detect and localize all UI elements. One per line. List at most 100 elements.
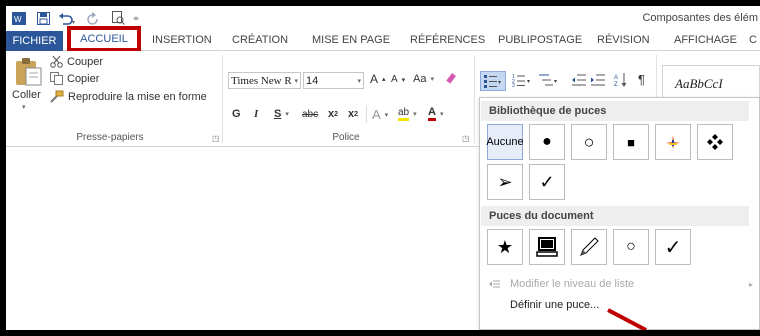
copy-icon xyxy=(50,72,63,85)
underline-button[interactable]: S ▾ xyxy=(274,108,289,120)
doc-bullet-computer[interactable] xyxy=(529,229,565,265)
svg-text:▾: ▾ xyxy=(554,79,557,85)
tab-conception[interactable]: C xyxy=(749,34,757,46)
format-painter-icon xyxy=(50,90,64,103)
tab-mise-en-page[interactable]: MISE EN PAGE xyxy=(312,34,390,46)
chevron-down-icon: ▾ xyxy=(357,77,361,85)
clear-formatting-button[interactable] xyxy=(444,71,458,85)
undo-icon[interactable]: ▾ xyxy=(57,10,77,26)
grow-font-button[interactable]: A ▴ xyxy=(370,72,386,86)
svg-text:▾: ▾ xyxy=(498,80,501,86)
decrease-indent-button[interactable] xyxy=(571,73,587,87)
tab-affichage[interactable]: AFFICHAGE xyxy=(674,34,737,46)
redo-icon[interactable] xyxy=(86,10,100,26)
bullet-hollow-circle[interactable]: ○ xyxy=(571,124,607,160)
underline-label: S xyxy=(274,108,282,120)
font-launcher-icon[interactable]: ◳ xyxy=(462,134,470,143)
tab-references[interactable]: RÉFÉRENCES xyxy=(410,34,485,46)
chevron-right-icon: ▸ xyxy=(748,279,753,289)
sort-button[interactable]: AZ xyxy=(614,72,628,88)
italic-button[interactable]: I xyxy=(254,108,258,120)
tab-revision[interactable]: RÉVISION xyxy=(597,34,650,46)
document-bullets-header: Puces du document xyxy=(481,206,749,226)
svg-text:▾: ▾ xyxy=(527,79,530,85)
cut-button[interactable]: Couper xyxy=(50,55,103,68)
numbered-list-icon: 123 ▾ xyxy=(512,74,530,87)
superscript-digit: 2 xyxy=(354,110,359,118)
button-divider xyxy=(366,105,367,123)
bullet-arrow[interactable]: ➢ xyxy=(487,164,523,200)
bullet-checkmark[interactable]: ✓ xyxy=(529,164,565,200)
clipboard-launcher-icon[interactable]: ◳ xyxy=(212,134,220,143)
word-icon[interactable]: W xyxy=(11,10,26,26)
bullet-none[interactable]: Aucune xyxy=(486,124,524,160)
save-icon[interactable] xyxy=(36,10,50,26)
highlight-button[interactable]: ab ▾ xyxy=(398,107,417,121)
svg-text:Z: Z xyxy=(614,82,618,88)
svg-text:W: W xyxy=(14,15,22,24)
font-color-label: A xyxy=(428,107,436,121)
highlight-label: ab xyxy=(398,107,410,121)
bullet-library-menu: Bibliothèque de puces Aucune ● ○ ■ ➢ ✓ P… xyxy=(479,97,760,330)
copy-button[interactable]: Copier xyxy=(50,72,99,85)
colored-star-icon xyxy=(666,135,680,149)
copy-label: Copier xyxy=(67,72,100,85)
document-title: Composantes des élém xyxy=(642,12,758,24)
doc-bullet-checkmark[interactable]: ✓ xyxy=(655,229,691,265)
bullet-four-diamonds[interactable] xyxy=(697,124,733,160)
change-list-level-item[interactable]: Modifier le niveau de liste ▸ xyxy=(488,278,753,290)
increase-indent-button[interactable] xyxy=(590,73,606,87)
clipboard-icon xyxy=(16,58,42,86)
print-preview-icon[interactable] xyxy=(111,10,125,26)
multilevel-list-button[interactable]: ▾ xyxy=(538,73,560,87)
tab-fichier[interactable]: FICHIER xyxy=(6,31,63,51)
sort-icon: AZ xyxy=(614,73,627,88)
bold-button[interactable]: G xyxy=(232,108,241,120)
group-divider xyxy=(222,55,223,143)
tab-creation[interactable]: CRÉATION xyxy=(232,34,288,46)
chevron-down-icon: ▾ xyxy=(294,76,298,85)
doc-bullet-pencil[interactable] xyxy=(571,229,607,265)
tab-insertion[interactable]: INSERTION xyxy=(152,34,212,46)
shrink-font-button[interactable]: A ▾ xyxy=(391,74,405,85)
word-window: W ▾ ⩧ Composantes des élém FICHIER ACCUE… xyxy=(6,6,760,330)
bullet-filled-circle[interactable]: ● xyxy=(529,124,565,160)
change-list-level-label: Modifier le niveau de liste xyxy=(510,278,635,290)
show-marks-button[interactable]: ¶ xyxy=(638,72,645,87)
bullet-colored-star[interactable] xyxy=(655,124,691,160)
format-painter-label: Reproduire la mise en forme xyxy=(68,90,207,103)
tab-publipostage[interactable]: PUBLIPOSTAGE xyxy=(498,34,582,46)
svg-text:▾: ▾ xyxy=(72,20,75,25)
bullet-square[interactable]: ■ xyxy=(613,124,649,160)
doc-bullet-hollow-circle[interactable]: ○ xyxy=(613,229,649,265)
font-size-value: 14 xyxy=(306,74,319,87)
bullets-button[interactable]: ▾ xyxy=(480,71,506,91)
font-color-button[interactable]: A ▾ xyxy=(428,107,443,121)
define-bullet-item[interactable]: Définir une puce... xyxy=(510,299,599,311)
strikethrough-button[interactable]: abc xyxy=(302,109,318,120)
style-gallery[interactable]: AaBbCcI xyxy=(662,65,760,99)
format-painter-button[interactable]: Reproduire la mise en forme xyxy=(50,90,207,103)
numbering-button[interactable]: 123 ▾ xyxy=(512,73,532,87)
font-group-label: Police xyxy=(332,132,360,143)
text-effects-button[interactable]: A ▾ xyxy=(372,107,388,122)
tab-accueil[interactable]: ACCUEIL xyxy=(67,26,141,52)
paste-button[interactable]: Coller ▾ xyxy=(10,57,46,115)
doc-bullet-star[interactable]: ★ xyxy=(487,229,523,265)
subscript-button[interactable]: x2 xyxy=(328,108,338,120)
font-name-box[interactable]: Times New R ▾ xyxy=(228,72,301,89)
change-case-button[interactable]: Aa ▾ xyxy=(413,73,434,85)
customize-qat-icon[interactable]: ⩧ xyxy=(131,10,141,26)
clipboard-group-label: Presse-papiers xyxy=(76,132,144,143)
ribbon-tabs: FICHIER ACCUEIL INSERTION CRÉATION MISE … xyxy=(6,26,760,52)
list-level-icon xyxy=(489,280,500,288)
shrink-font-label: A xyxy=(391,74,398,85)
group-divider xyxy=(474,55,475,143)
four-diamonds-icon xyxy=(707,134,723,150)
svg-text:3: 3 xyxy=(512,83,515,87)
superscript-button[interactable]: x2 xyxy=(348,108,358,120)
chevron-down-icon: ▾ xyxy=(22,104,26,111)
font-name-value: Times New R xyxy=(231,74,292,87)
decrease-indent-icon xyxy=(572,74,586,86)
font-size-box[interactable]: 14 ▾ xyxy=(303,72,364,89)
